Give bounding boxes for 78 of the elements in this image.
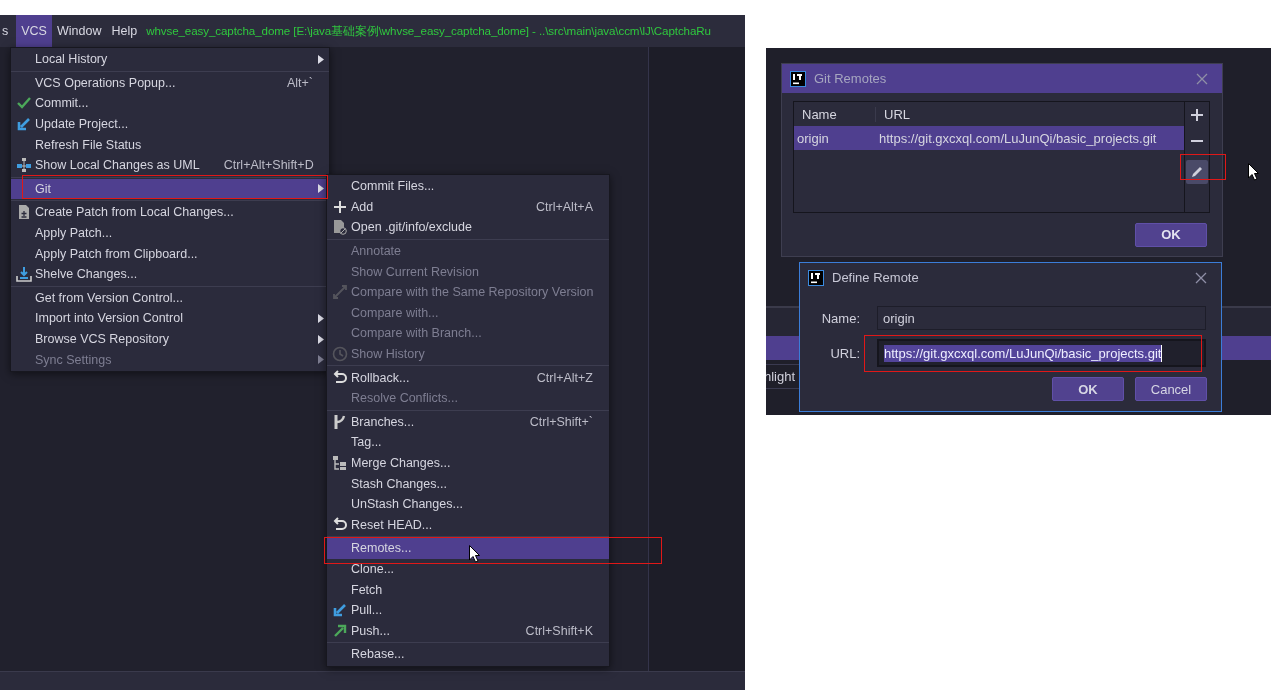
document-icon xyxy=(332,219,348,236)
shortcut-label: Alt+` xyxy=(285,75,313,90)
tree-icon xyxy=(332,455,348,471)
menu-item[interactable]: Create Patch from Local Changes... xyxy=(11,202,329,223)
app-logo-icon xyxy=(808,269,824,286)
document-icon xyxy=(16,204,32,221)
menu-item[interactable]: Shelve Changes... xyxy=(11,263,329,285)
arrow-icon xyxy=(332,602,348,619)
branch-icon xyxy=(332,413,348,430)
field-label: Name: xyxy=(820,310,860,326)
shortcut-label: Ctrl+Alt+Shift+D xyxy=(222,158,314,173)
menu-item[interactable]: Get from Version Control... xyxy=(11,287,329,309)
menu-bar-item[interactable]: VCS xyxy=(16,15,52,47)
menu-item[interactable]: Commit Files... xyxy=(327,176,609,197)
shortcut-label: Ctrl+Alt+Z xyxy=(535,370,593,385)
menu-item[interactable]: Update Project... xyxy=(11,113,329,135)
shortcut-label: Ctrl+Alt+A xyxy=(535,199,593,214)
arrows-icon xyxy=(332,284,348,301)
close-icon xyxy=(1196,72,1208,85)
menu-item[interactable]: Rebase... xyxy=(327,644,609,665)
menu-item[interactable]: Commit... xyxy=(11,93,329,114)
diagram-icon xyxy=(16,157,32,174)
undo-icon xyxy=(332,516,348,533)
menu-item[interactable]: Apply Patch... xyxy=(11,222,329,244)
menu-item[interactable]: Open .git/info/exclude xyxy=(327,217,609,238)
table-cell-text: https://git.gxcxql.com/LuJunQi/basic_projects.git xyxy=(878,130,1158,146)
arrow-icon xyxy=(16,116,32,133)
menu-item[interactable]: Remotes... xyxy=(327,538,609,559)
dialog-title: Git Remotes xyxy=(814,71,888,86)
menu-item[interactable]: Reset HEAD... xyxy=(327,514,609,536)
menu-item[interactable]: Fetch xyxy=(327,579,609,600)
menu-item[interactable]: Browse VCS Repository xyxy=(11,328,329,350)
table-cell-text: origin xyxy=(796,130,830,146)
cancel-button[interactable]: Cancel xyxy=(1135,377,1207,401)
field-label: URL: xyxy=(829,345,860,361)
menu-bar-item[interactable]: Help xyxy=(106,15,143,47)
field-text: origin xyxy=(883,309,915,327)
menu-item[interactable]: VCS Operations Popup... Alt+` xyxy=(11,72,329,94)
menu-item[interactable]: Add Ctrl+Alt+A xyxy=(327,196,609,218)
menu-item[interactable]: Apply Patch from Clipboard... xyxy=(11,243,329,264)
undo-icon xyxy=(332,369,348,386)
edit-button[interactable] xyxy=(1186,160,1208,184)
menu-item[interactable]: Git xyxy=(11,178,329,200)
window-title: whvse_easy_captcha_dome [E:\java基础案例\whvse_easy_captcha_dome] - ..\src\main\java\ccm\lJ\CaptchaRu xyxy=(146,23,711,39)
close-icon xyxy=(1195,271,1207,284)
pencil-icon xyxy=(1190,165,1204,179)
menu-item[interactable]: Import into Version Control xyxy=(11,308,329,329)
menu-item[interactable]: Merge Changes... xyxy=(327,452,609,474)
add-icon[interactable] xyxy=(1190,108,1204,122)
table-row[interactable]: origin https://git.gxcxql.com/LuJunQi/basic_projects.git xyxy=(794,126,1184,150)
menu-item[interactable]: Local History xyxy=(11,49,329,70)
column-header: URL xyxy=(883,106,911,122)
plus-icon xyxy=(332,198,348,215)
ok-button[interactable]: OK xyxy=(1135,222,1207,247)
dialog-title: Define Remote xyxy=(832,270,920,285)
menu-bar-item[interactable]: s xyxy=(0,15,14,47)
mouse-pointer-icon xyxy=(469,545,480,563)
app-logo-icon xyxy=(790,70,806,87)
menu-item[interactable]: Tag... xyxy=(327,432,609,453)
ok-button[interactable]: OK xyxy=(1052,377,1124,401)
menu-item[interactable]: Show Local Changes as UML Ctrl+Alt+Shift+D xyxy=(11,154,329,176)
shortcut-label: Ctrl+Shift+K xyxy=(524,623,593,638)
menu-item[interactable]: Branches... Ctrl+Shift+` xyxy=(327,411,609,433)
shortcut-label: Ctrl+Shift+` xyxy=(528,414,593,429)
input-field[interactable]: origin xyxy=(877,306,1206,330)
clock-icon xyxy=(332,346,348,363)
menu-item[interactable]: Push... Ctrl+Shift+K xyxy=(327,620,609,642)
menu-item[interactable]: Stash Changes... xyxy=(327,473,609,494)
menu-item[interactable]: Rollback... Ctrl+Alt+Z xyxy=(327,367,609,388)
arrow-icon xyxy=(332,622,348,639)
menu-item[interactable]: UnStash Changes... xyxy=(327,493,609,515)
column-header: Name xyxy=(794,106,876,122)
menu-item[interactable]: Refresh File Status xyxy=(11,134,329,155)
menu-bar-item[interactable]: Window xyxy=(51,15,107,47)
tray-icon xyxy=(16,266,32,283)
menu-item[interactable]: Pull... xyxy=(327,599,609,621)
annotation-frame xyxy=(1180,154,1226,180)
mouse-pointer-icon xyxy=(1248,163,1259,181)
